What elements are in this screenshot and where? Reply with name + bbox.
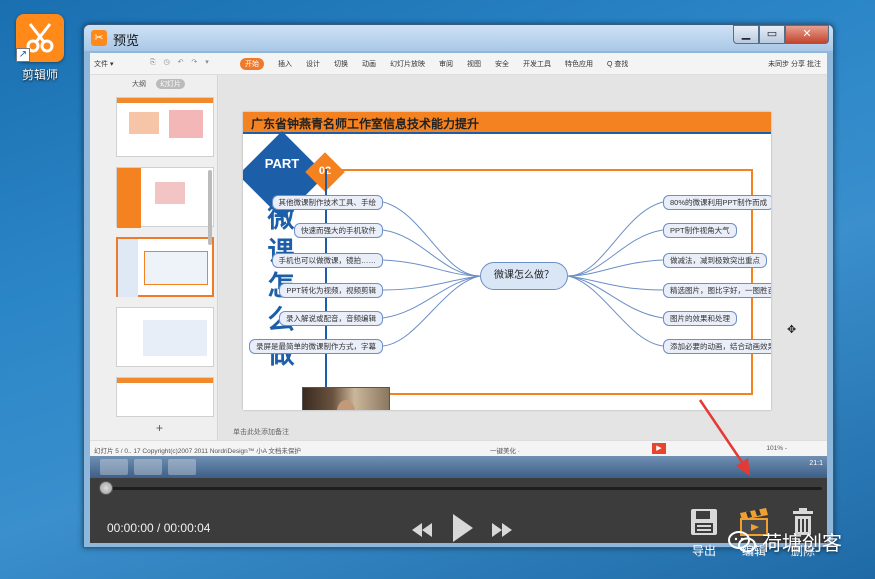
mindmap-node: 添加必要的动画，结合动画效果 — [663, 339, 771, 354]
tab-home: 开始 — [240, 58, 264, 70]
rewind-icon — [412, 523, 432, 537]
save-icon — [691, 509, 717, 535]
tab-design: 设计 — [306, 61, 320, 68]
timecode: 00:00:00 / 00:00:04 — [107, 521, 211, 535]
file-menu: 文件 ▾ — [94, 61, 114, 68]
part-label: PART — [264, 156, 300, 171]
tab-animation: 动画 — [362, 61, 376, 68]
seek-bar[interactable] — [106, 487, 822, 490]
preview-content: 文件 ▾ ⎘ ◷ ↶ ↷ ▾ 开始 插入 设计 切换 动画 幻灯片放映 审阅 视… — [90, 53, 827, 558]
ppt-ribbon: 文件 ▾ ⎘ ◷ ↶ ↷ ▾ 开始 插入 设计 切换 动画 幻灯片放映 审阅 视… — [90, 53, 827, 75]
mindmap-node: 图片的效果和处理 — [663, 311, 737, 326]
watermark-text: 荷塘创客 — [762, 531, 842, 555]
status-beautify: 一键美化 · — [490, 448, 520, 455]
rewind-button[interactable] — [412, 523, 432, 542]
wechat-icon — [728, 530, 756, 552]
tab-review: 审阅 — [439, 61, 453, 68]
recorded-taskbar: 21:1 — [90, 456, 827, 478]
slide-thumb — [116, 97, 214, 157]
slide-thumb — [116, 167, 214, 228]
tab-dev: 开发工具 — [523, 61, 551, 68]
mindmap-node: 快速而强大的手机软件 — [294, 223, 383, 238]
tab-featured: 特色应用 — [565, 61, 593, 68]
tab-slideshow: 幻灯片放映 — [390, 61, 425, 68]
status-left: 幻灯片 5 / 0.. 17 Copyright(c)2007 2011 Nor… — [94, 448, 301, 455]
scissors-icon: ✂ — [91, 30, 107, 46]
mindmap-node: 录屏是最简单的微课制作方式，字幕 — [249, 339, 383, 354]
shortcut-arrow-icon: ↗ — [16, 48, 30, 62]
tab-transition: 切换 — [334, 61, 348, 68]
seek-handle[interactable] — [99, 481, 113, 495]
search-box: Q 查找 — [607, 61, 629, 68]
cursor-icon: ✥ — [787, 324, 797, 336]
slides-tab: 幻灯片 — [156, 79, 185, 89]
preview-window: ✂ 预览 ▁ ▭ ✕ 文件 ▾ ⎘ ◷ ↶ ↷ ▾ 开始 插入 设计 切换 动画… — [83, 24, 834, 558]
close-button[interactable]: ✕ — [785, 25, 829, 44]
slide: 广东省钟燕青名师工作室信息技术能力提升 PART 02 微课怎么做 微课怎么做？… — [243, 112, 771, 410]
video-frame: 文件 ▾ ⎘ ◷ ↶ ↷ ▾ 开始 插入 设计 切换 动画 幻灯片放映 审阅 视… — [90, 53, 827, 478]
outline-tab: 大纲 — [132, 81, 146, 88]
ribbon-tabs: 开始 插入 设计 切换 动画 幻灯片放映 审阅 视图 安全 开发工具 特色应用 … — [240, 58, 629, 70]
slide-thumbnails: 大纲 幻灯片 + — [90, 75, 218, 440]
slide-thumb-selected — [116, 237, 214, 297]
play-icon — [453, 514, 473, 542]
taskbar-clock: 21:1 — [809, 460, 823, 467]
title-bar[interactable]: ✂ 预览 ▁ ▭ ✕ — [84, 25, 833, 51]
minimize-button[interactable]: ▁ — [733, 25, 759, 44]
slide-header-text: 广东省钟燕青名师工作室信息技术能力提升 — [251, 117, 480, 131]
fast-forward-icon — [492, 523, 512, 537]
slide-thumb — [116, 377, 214, 417]
tab-view: 视图 — [467, 61, 481, 68]
desktop-icon-label: 剪辑师 — [21, 68, 58, 82]
add-slide-icon: + — [156, 421, 164, 435]
mindmap-node: 录入解说或配音，音频编辑 — [279, 311, 383, 326]
webcam-overlay — [302, 387, 390, 410]
ribbon-right: 未同步 分享 批注 — [768, 61, 821, 68]
scissors-app-icon: ↗ — [16, 14, 64, 62]
mindmap-node: 精选图片，图比字好，一图胜百字 — [663, 283, 771, 298]
play-button[interactable] — [453, 514, 473, 547]
tab-security: 安全 — [495, 61, 509, 68]
mindmap-node: PPT转化为视频，视频剪辑 — [279, 283, 383, 298]
window-title: 预览 — [113, 34, 140, 49]
desktop-icon-jianjishi[interactable]: ↗ 剪辑师 — [12, 14, 68, 83]
slide-header: 广东省钟燕青名师工作室信息技术能力提升 — [243, 112, 771, 132]
slide-thumb — [116, 307, 214, 367]
tab-insert: 插入 — [278, 61, 292, 68]
window-controls: ▁ ▭ ✕ — [733, 25, 829, 45]
mindmap-node: PPT制作视角大气 — [663, 223, 737, 238]
watermark: 荷塘创客 — [728, 527, 842, 556]
fast-forward-button[interactable] — [492, 523, 512, 542]
mindmap-center: 微课怎么做？ — [480, 262, 568, 290]
mindmap-node: 手机也可以做微课，镜拍…… — [271, 253, 383, 268]
mindmap-node: 80%的微课利用PPT制作而成 — [663, 195, 771, 210]
quick-tools: ⎘ ◷ ↶ ↷ ▾ — [150, 59, 212, 66]
export-button[interactable]: 导出 — [684, 507, 724, 559]
notes-placeholder: 单击此处添加备注 — [233, 429, 289, 436]
export-label: 导出 — [691, 544, 716, 558]
mindmap-node: 其他微课制作技术工具、手绘 — [271, 195, 383, 210]
mindmap-node: 做减法，减到极致突出重点 — [663, 253, 767, 268]
maximize-button[interactable]: ▭ — [759, 25, 785, 44]
ppt-status-bar: 幻灯片 5 / 0.. 17 Copyright(c)2007 2011 Nor… — [90, 440, 827, 456]
slide-canvas: 广东省钟燕青名师工作室信息技术能力提升 PART 02 微课怎么做 微课怎么做？… — [219, 75, 827, 440]
thumb-tabs: 大纲 幻灯片 — [132, 79, 185, 89]
thumb-scrollbar — [208, 170, 212, 245]
status-zoom: 101% - — [766, 445, 787, 452]
slideshow-play-icon: ▶ — [652, 443, 666, 454]
